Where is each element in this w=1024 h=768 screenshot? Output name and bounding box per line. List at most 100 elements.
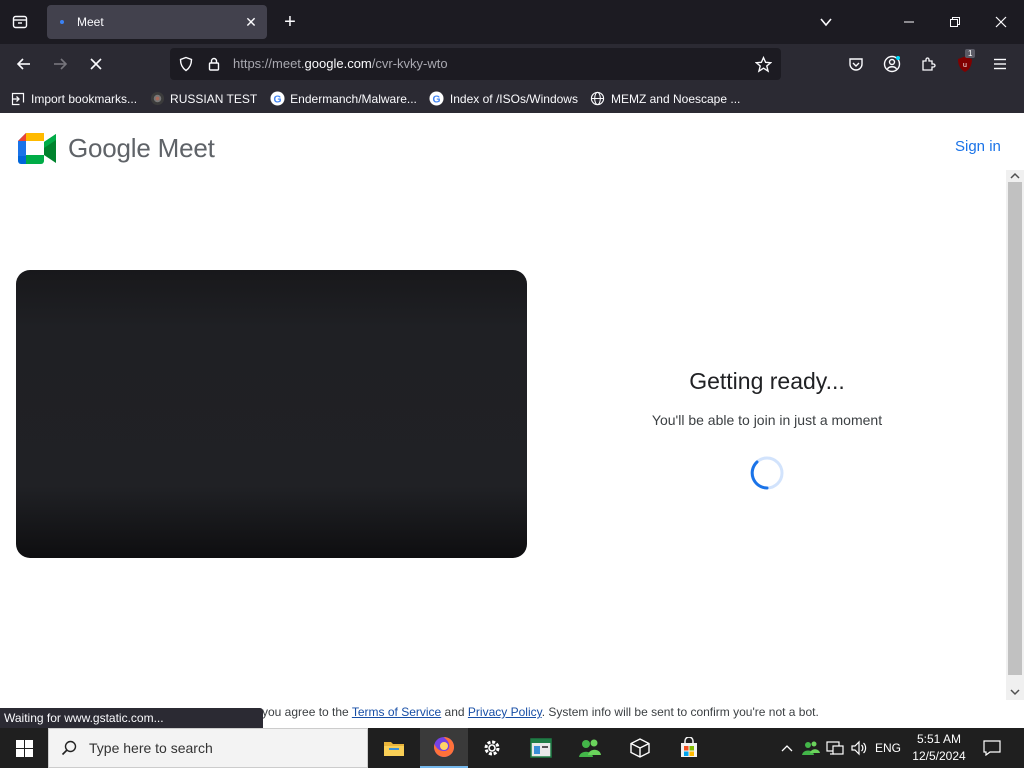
window-close-button[interactable] (978, 0, 1024, 44)
users-icon (579, 739, 601, 757)
search-icon (61, 740, 77, 756)
gear-icon (484, 740, 500, 756)
search-placeholder: Type here to search (89, 740, 213, 756)
list-all-tabs-button[interactable] (814, 10, 838, 34)
bookmark-import[interactable]: Import bookmarks... (10, 91, 137, 107)
extensions-button[interactable] (916, 52, 940, 76)
lock-icon[interactable] (206, 56, 222, 77)
scroll-up-icon[interactable] (1010, 172, 1020, 180)
new-tab-button[interactable]: + (278, 10, 302, 34)
privacy-policy-link[interactable]: Privacy Policy (468, 705, 542, 719)
tab-close-button[interactable]: ✕ (239, 10, 263, 34)
taskbar-firefox[interactable] (420, 728, 468, 768)
tray-network-icon[interactable] (824, 728, 846, 768)
taskbar-file-explorer[interactable] (370, 728, 418, 768)
bookmark-label: MEMZ and Noescape ... (610, 91, 741, 106)
terms-of-service-link[interactable]: Terms of Service (352, 705, 441, 719)
footer-notice: you agree to the Terms of Service and Pr… (262, 705, 819, 719)
bookmark-index-isos[interactable]: G Index of /ISOs/Windows (429, 91, 578, 107)
bookmark-russian-test[interactable]: RUSSIAN TEST (149, 91, 257, 107)
cube-icon (630, 738, 650, 758)
url-bar[interactable]: https://meet.google.com/cvr-kvky-wto (170, 48, 781, 80)
speaker-icon (851, 740, 867, 756)
bookmarks-toolbar: Import bookmarks... RUSSIAN TEST G Ender… (0, 84, 1024, 113)
taskbar-app-window[interactable] (517, 728, 565, 768)
taskbar-search-box[interactable]: Type here to search (48, 728, 368, 768)
loading-dot-icon (55, 15, 69, 29)
bookmark-label: RUSSIAN TEST (170, 91, 258, 106)
taskbar-settings[interactable] (468, 728, 516, 768)
bookmark-memz[interactable]: MEMZ and Noescape ... (590, 91, 740, 107)
clock-time: 5:51 AM (916, 732, 962, 746)
back-button[interactable] (10, 50, 38, 78)
windows-taskbar: Type here to search ENG 5:51 AM 12/5/202… (0, 728, 1024, 768)
arrow-right-icon (54, 58, 68, 70)
extension-badge: 1 (965, 49, 976, 58)
taskbar-store[interactable] (665, 728, 713, 768)
url-host: google.com (304, 56, 372, 71)
footer-and: and (441, 705, 468, 719)
firefox-view-button[interactable] (8, 10, 32, 34)
forward-button[interactable] (46, 50, 74, 78)
app-menu-button[interactable] (988, 52, 1012, 76)
logo-text: Google Meet (68, 133, 215, 163)
language-indicator[interactable]: ENG (872, 728, 904, 768)
scrollbar-thumb[interactable] (1008, 182, 1022, 675)
plus-icon: + (284, 10, 296, 33)
tab-strip: Meet ✕ + (0, 0, 1024, 44)
taskbar-3d-viewer[interactable] (616, 728, 664, 768)
tab-meet[interactable]: Meet ✕ (47, 5, 267, 39)
notification-center-button[interactable] (978, 728, 1006, 768)
taskbar-users-app[interactable] (566, 728, 614, 768)
show-hidden-icons-button[interactable] (778, 728, 796, 768)
pocket-icon (849, 58, 863, 71)
minimize-icon (904, 21, 914, 23)
footer-suffix: . System info will be sent to confirm yo… (541, 705, 819, 719)
video-preview (16, 270, 527, 558)
svg-text:u: u (963, 62, 967, 69)
bookmark-star-icon[interactable] (754, 55, 773, 78)
tray-volume-icon[interactable] (848, 728, 870, 768)
url-prefix: https://meet. (233, 56, 305, 71)
puzzle-icon (922, 57, 936, 71)
restore-icon (950, 17, 960, 27)
ready-title: Getting ready... (689, 368, 845, 394)
ublock-origin-button[interactable]: u 1 (952, 49, 978, 77)
globe-icon (590, 91, 606, 107)
loading-spinner-icon (750, 456, 784, 490)
account-button[interactable] (880, 52, 904, 76)
vertical-scrollbar[interactable] (1006, 170, 1024, 700)
stop-button[interactable] (82, 50, 110, 78)
github-icon (149, 91, 165, 107)
url-path: /cvr-kvky-wto (371, 56, 448, 71)
minimize-button[interactable] (886, 0, 932, 44)
app-window-icon (530, 738, 552, 758)
page-content: Google Meet Sign in Getting ready... You… (0, 113, 1024, 728)
tab-title: Meet (77, 15, 104, 29)
navigation-toolbar: https://meet.google.com/cvr-kvky-wto u 1 (0, 44, 1024, 84)
tray-users-icon[interactable] (800, 728, 822, 768)
taskbar-clock[interactable]: 5:51 AM 12/5/2024 (906, 731, 972, 765)
notification-icon (983, 740, 1001, 756)
clock-date: 12/5/2024 (912, 749, 966, 763)
google-meet-logo[interactable]: Google Meet (18, 133, 215, 164)
bookmark-endermanch[interactable]: G Endermanch/Malware... (269, 91, 417, 107)
url-text[interactable]: https://meet.google.com/cvr-kvky-wto (233, 48, 448, 80)
close-icon (995, 16, 1007, 28)
svg-text:G: G (433, 94, 441, 105)
meet-camera-icon (18, 133, 56, 164)
bookmark-label: Import bookmarks... (31, 91, 138, 106)
import-icon (10, 91, 26, 107)
windows-logo-icon (15, 739, 33, 757)
bookmark-label: Index of /ISOs/Windows (449, 91, 578, 106)
pocket-button[interactable] (844, 52, 868, 76)
scroll-down-icon[interactable] (1010, 688, 1020, 696)
chevron-up-icon (781, 745, 793, 752)
tracking-protection-shield-icon[interactable] (178, 56, 194, 77)
firefox-icon (434, 736, 455, 757)
ready-subtitle: You'll be able to join in just a moment (651, 412, 883, 428)
sign-in-link[interactable]: Sign in (955, 138, 1001, 155)
start-button[interactable] (0, 728, 48, 768)
hamburger-menu-icon (994, 58, 1006, 70)
restore-button[interactable] (932, 0, 978, 44)
